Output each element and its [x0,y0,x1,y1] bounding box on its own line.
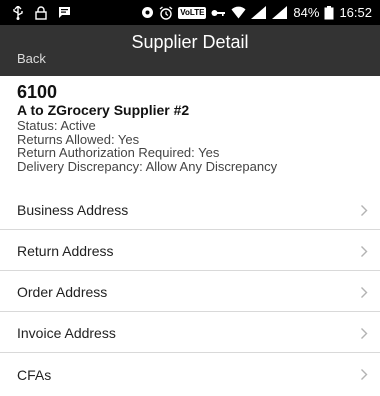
returns-allowed-text: Returns Allowed: Yes [17,131,140,147]
chevron-right-icon [360,204,368,217]
list-item-label: CFAs [17,366,52,383]
return-authorization-text: Return Authorization Required: Yes [17,145,220,160]
clock: 16:52 [339,5,372,20]
battery-percentage: 84% [293,5,320,20]
chevron-right-icon [360,327,368,340]
chevron-right-icon [360,368,368,381]
list-item-label: Order Address [17,284,108,300]
usb-icon [12,5,24,20]
back-button[interactable]: Back [17,51,46,66]
status-bar: VoLTE 84% 16:52 [0,0,380,25]
list-item-label: Business Address [17,202,129,218]
supplier-name: A to ZGrocery Supplier #2 [17,102,190,118]
chevron-right-icon [360,286,368,299]
invoice-address-item[interactable]: Invoice Address [0,314,380,353]
supplier-id: 6100 [17,82,58,102]
return-address-item[interactable]: Return Address [0,232,380,271]
message-icon [58,6,71,19]
chevron-right-icon [360,245,368,258]
status-text: Status: Active [17,118,96,133]
nfc-icon [141,6,154,19]
key-icon [211,8,226,18]
page-title: Supplier Detail [131,32,249,52]
business-address-item[interactable]: Business Address [0,191,380,230]
volte-icon: VoLTE [178,6,207,19]
signal-icon [272,6,288,19]
address-menu-list: Business Address Return Address Order Ad… [0,191,380,396]
supplier-info: 6100 A to ZGrocery Supplier #2 Status: A… [17,82,367,173]
app-bar: Back Supplier Detail [0,25,380,76]
wifi-icon [231,6,246,19]
lock-icon [35,5,47,20]
battery-icon [324,5,334,20]
delivery-discrepancy-text: Delivery Discrepancy: Allow Any Discrepa… [17,158,278,174]
order-address-item[interactable]: Order Address [0,273,380,312]
alarm-icon [159,5,173,20]
list-item-label: Return Address [17,243,114,259]
list-item-label: Invoice Address [17,325,116,341]
cfas-item[interactable]: CFAs [0,355,380,394]
signal-icon [251,6,267,19]
